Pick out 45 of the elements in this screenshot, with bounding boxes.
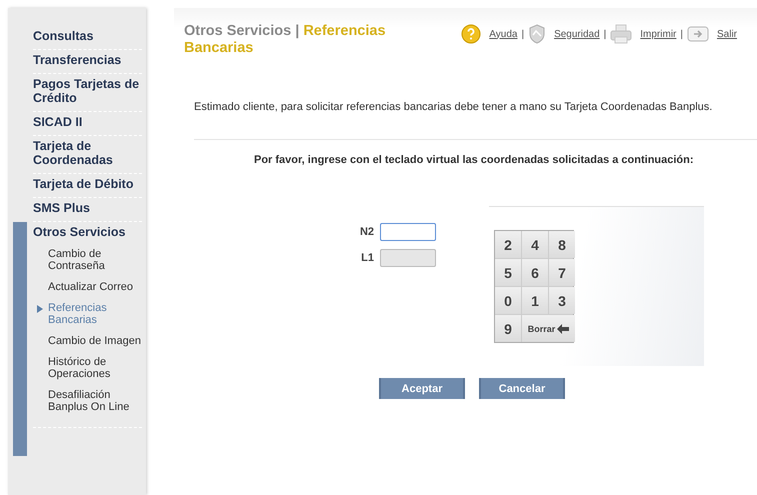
help-icon[interactable] bbox=[461, 24, 482, 44]
keypad-key[interactable]: 2 bbox=[495, 231, 521, 258]
keypad-key[interactable]: 1 bbox=[522, 287, 548, 314]
backspace-key[interactable]: Borrar bbox=[522, 315, 575, 342]
header-link[interactable]: Salir bbox=[716, 28, 737, 40]
exit-icon[interactable] bbox=[686, 26, 709, 42]
link-separator: | bbox=[680, 28, 683, 40]
menu-item[interactable]: Tarjeta de Débito bbox=[33, 177, 143, 191]
form-button[interactable]: Cancelar bbox=[479, 378, 565, 399]
keypad-key[interactable]: 0 bbox=[495, 287, 521, 314]
submenu-item[interactable]: Histórico de Operaciones bbox=[48, 356, 143, 380]
triangle-icon bbox=[37, 305, 43, 313]
link-separator: | bbox=[604, 28, 606, 40]
field-label: L1 bbox=[360, 252, 374, 264]
coordinate-field[interactable] bbox=[380, 223, 436, 241]
menu-item[interactable]: Pagos Tarjetas de Crédito bbox=[33, 77, 143, 105]
page-title: Otros Servicios | Referencias Bancarias bbox=[184, 23, 387, 58]
keypad-key[interactable]: 5 bbox=[495, 259, 521, 286]
menu-item[interactable]: Tarjeta de Coordenadas bbox=[33, 139, 143, 167]
field-label: N2 bbox=[358, 226, 374, 238]
keypad-key[interactable]: 8 bbox=[549, 231, 575, 258]
menu-item[interactable]: Consultas bbox=[33, 29, 143, 43]
shield-icon[interactable] bbox=[528, 24, 546, 44]
menu-item[interactable]: Otros Servicios bbox=[33, 225, 143, 239]
keypad-key[interactable]: 4 bbox=[522, 231, 548, 258]
submenu-item[interactable]: Desafiliación Banplus On Line bbox=[48, 389, 143, 413]
keypad-key[interactable]: 7 bbox=[549, 259, 575, 286]
header-link[interactable]: Imprimir bbox=[640, 28, 676, 40]
link-separator: | bbox=[521, 28, 524, 40]
header-link[interactable]: Seguridad bbox=[554, 28, 600, 40]
submenu-item[interactable]: Cambio de Imagen bbox=[48, 335, 143, 347]
form-button[interactable]: Aceptar bbox=[379, 378, 465, 399]
left-arrow-icon bbox=[557, 324, 570, 334]
header-link[interactable]: Ayuda bbox=[489, 28, 518, 40]
submenu-item[interactable]: Cambio de Contraseña bbox=[48, 248, 143, 272]
menu-item[interactable]: SMS Plus bbox=[33, 201, 143, 215]
intro-text: Estimado cliente, para solicitar referencias bancarias debe tener a mano su Tarjeta Coordenadas Banplus. bbox=[194, 101, 714, 113]
submenu-item[interactable]: Actualizar Correo bbox=[48, 281, 143, 293]
keypad-key[interactable]: 3 bbox=[549, 287, 575, 314]
instruction-text: Por favor, ingrese con el teclado virtual las coordenadas solicitadas a continuación: bbox=[254, 154, 695, 166]
menu-item[interactable]: Transferencias bbox=[33, 53, 143, 67]
keypad-key[interactable]: 9 bbox=[495, 315, 521, 342]
keypad-key[interactable]: 6 bbox=[522, 259, 548, 286]
printer-icon[interactable] bbox=[610, 24, 632, 44]
menu-item[interactable]: SICAD II bbox=[33, 115, 143, 129]
